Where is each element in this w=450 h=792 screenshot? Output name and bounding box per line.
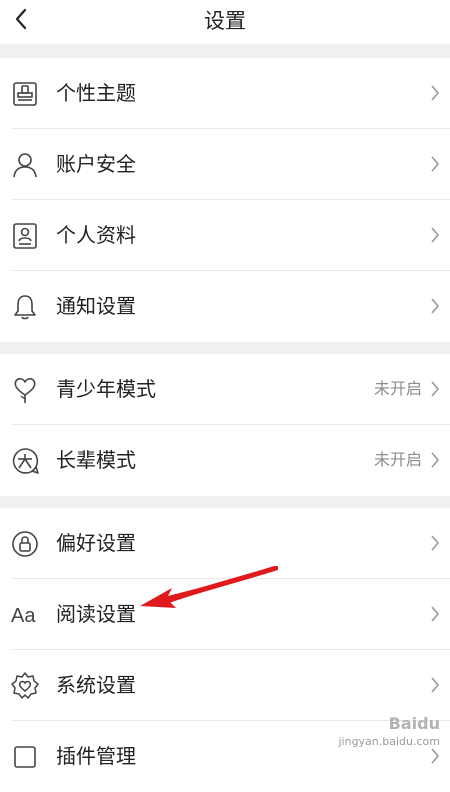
settings-row-account-security[interactable]: 账户安全 bbox=[0, 129, 450, 200]
section-separator bbox=[0, 496, 450, 508]
font-aa-icon: Aa bbox=[11, 605, 36, 627]
settings-row-plugins[interactable]: 插件管理 bbox=[0, 721, 450, 792]
svg-text:Aa: Aa bbox=[11, 605, 36, 627]
watermark-brand: Baidu bbox=[388, 714, 440, 733]
row-label: 青少年模式 bbox=[56, 377, 156, 401]
settings-row-elder-mode[interactable]: 长辈模式 未开启 bbox=[0, 425, 450, 496]
chevron-right-icon bbox=[431, 452, 440, 468]
section-separator bbox=[0, 342, 450, 354]
status-text: 未开启 bbox=[373, 450, 422, 469]
row-label: 系统设置 bbox=[56, 673, 136, 697]
chevron-right-icon bbox=[431, 606, 440, 622]
section-separator bbox=[0, 44, 450, 58]
theme-brush-icon bbox=[13, 82, 37, 106]
square-icon bbox=[14, 746, 36, 768]
elder-icon bbox=[12, 448, 39, 474]
chevron-right-icon bbox=[431, 85, 440, 101]
row-label: 个性主题 bbox=[56, 81, 136, 105]
row-label: 个人资料 bbox=[56, 223, 136, 247]
page-title: 设置 bbox=[204, 9, 246, 33]
watermark-text: jingyan.baidu.com bbox=[338, 735, 440, 748]
settings-row-system[interactable]: 系统设置 bbox=[0, 650, 450, 721]
chevron-right-icon bbox=[431, 748, 440, 764]
settings-row-theme[interactable]: 个性主题 bbox=[0, 58, 450, 129]
settings-row-notifications[interactable]: 通知设置 bbox=[0, 271, 450, 342]
row-label: 账户安全 bbox=[56, 152, 136, 176]
chevron-right-icon bbox=[431, 227, 440, 243]
user-icon bbox=[13, 153, 37, 178]
settings-row-teen-mode[interactable]: 青少年模式 未开启 bbox=[0, 354, 450, 425]
profile-card-icon bbox=[13, 223, 37, 249]
row-label: 长辈模式 bbox=[56, 448, 136, 472]
row-label: 阅读设置 bbox=[56, 602, 136, 626]
row-label: 通知设置 bbox=[56, 294, 136, 318]
chevron-right-icon bbox=[431, 381, 440, 397]
chevron-right-icon bbox=[431, 298, 440, 314]
settings-row-profile[interactable]: 个人资料 bbox=[0, 200, 450, 271]
lock-circle-icon bbox=[12, 531, 38, 557]
chevron-right-icon bbox=[431, 156, 440, 172]
navigation-bar: 设置 bbox=[0, 0, 450, 44]
heart-tree-icon bbox=[14, 378, 36, 403]
status-text: 未开启 bbox=[373, 379, 422, 398]
red-arrow-annotation bbox=[140, 566, 278, 608]
row-label: 插件管理 bbox=[56, 744, 136, 768]
gear-heart-icon bbox=[11, 672, 39, 699]
chevron-right-icon bbox=[431, 677, 440, 693]
bell-icon bbox=[14, 295, 36, 320]
chevron-right-icon bbox=[431, 535, 440, 551]
row-label: 偏好设置 bbox=[56, 531, 136, 555]
